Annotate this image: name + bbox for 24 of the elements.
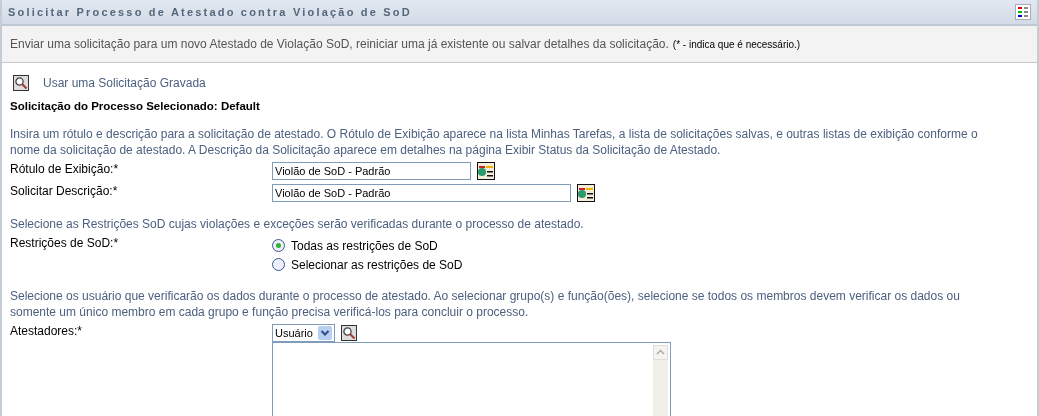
radio-button[interactable]: [272, 258, 285, 271]
required-note: (* - indica que é necessário.): [672, 38, 801, 50]
selected-process-heading: Solicitação do Processo Selecionado: Default: [10, 100, 261, 112]
search-icon[interactable]: [340, 325, 357, 341]
radio-label: Selecionar as restrições de SoD: [291, 257, 463, 272]
field-label: Restrições de SoD:*: [10, 236, 120, 252]
field-label: Rótulo de Exibição:*: [10, 162, 120, 178]
instructions-text: Insira um rótulo e descrição para a solicitação de atestado. O Rótulo de Exibição aparece na lista Minhas Tarefas, a lista de solicitações salvas, e outras listas de exibição conforme o nome da solicitação de atestado. A Descrição da Solicitação aparece em detalhes na página Exibir Status da Solicitação de Atestado.: [10, 126, 979, 158]
type-dropdown[interactable]: Usuário: [272, 324, 335, 342]
instructions-text: Selecione as Restrições SoD cujas violações e exceções serão verificadas durante o processo de atestado.: [10, 216, 585, 232]
scrollbar[interactable]: [653, 345, 668, 416]
instructions-text: Selecione os usuário que verificarão os dados durante o processo de atestado. Ao selecionar grupo(s) e função(ões), selecione se todos os membros devem verificar os dados ou somente um único membro em cada grupo e função precisa verificá-los para concluir o processo.: [10, 288, 961, 320]
field-label: Atestadores:*: [10, 324, 84, 340]
caret-icon[interactable]: [317, 326, 332, 340]
layout-icon[interactable]: [1015, 4, 1031, 20]
saved-request-link[interactable]: Usar uma Solicitação Gravada: [43, 76, 206, 90]
text-field[interactable]: Violão de SoD - Padrão: [272, 184, 571, 202]
field-label: Solicitar Descrição:*: [10, 184, 119, 200]
radio-button[interactable]: [272, 239, 285, 252]
page-title: Solicitar Processo de Atestado contra Violação de SoD: [8, 6, 412, 18]
intro-text: Enviar uma solicitação para um novo Atestado de Violação SoD, reiniciar uma já existente ou salvar detalhes da solicitação.: [10, 37, 669, 51]
search-icon[interactable]: [13, 75, 29, 91]
text-field[interactable]: Violão de SoD - Padrão: [272, 162, 471, 180]
radio-label: Todas as restrições de SoD: [291, 238, 438, 253]
